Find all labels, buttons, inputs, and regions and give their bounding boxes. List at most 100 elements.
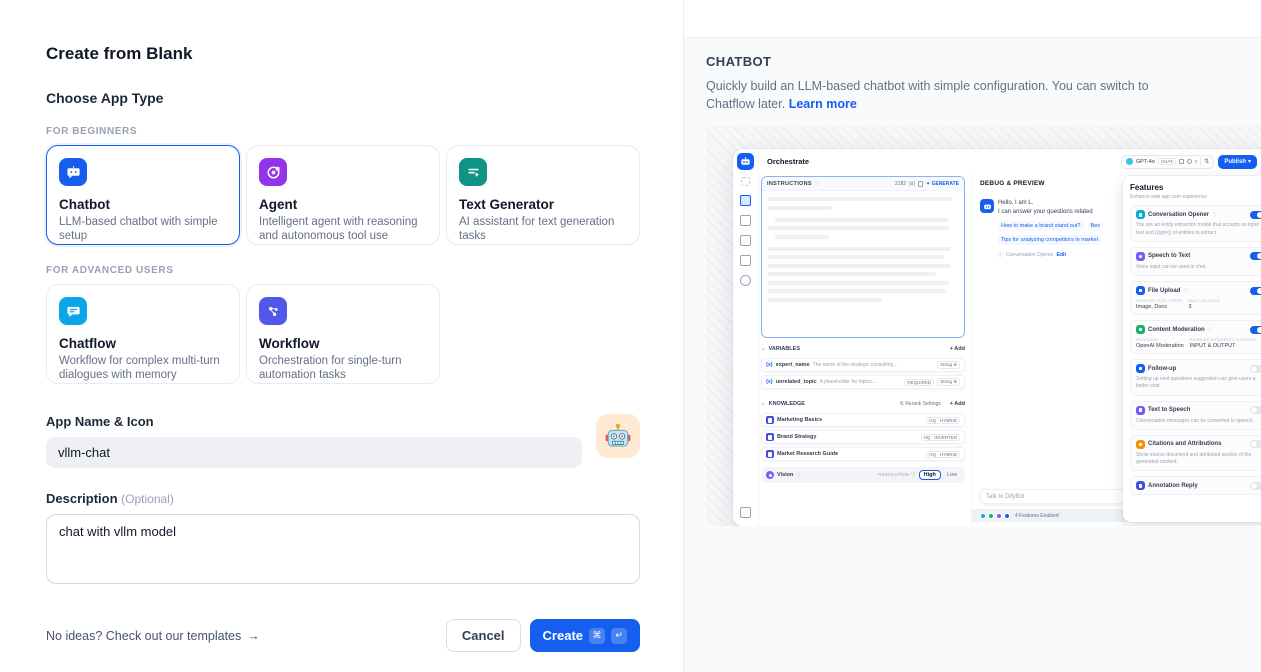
app-type-card-agent[interactable]: Agent Intelligent agent with reasoning a…: [246, 145, 440, 245]
features-enabled-count: 4 Features Enabled: [1015, 513, 1059, 519]
feature-dot-icon: [1004, 513, 1010, 519]
templates-link[interactable]: No ideas? Check out our templates →: [46, 629, 260, 643]
plus-circle-icon: ⊕: [953, 362, 957, 367]
mini-sidebar-settings-icon: [740, 507, 751, 518]
info-icon: ⓘ: [911, 472, 916, 477]
preview-pane: CHATBOT Quickly build an LLM-based chatb…: [683, 0, 1261, 672]
info-icon: ⓘ: [815, 181, 820, 187]
mini-variables-title: VARIABLES: [769, 346, 800, 352]
content-moderation-icon: [1136, 325, 1145, 334]
feature-toggle: [1250, 252, 1261, 260]
feature-col-label: PROVIDER: [1136, 337, 1184, 342]
create-button[interactable]: Create ⌘ ↵: [530, 619, 640, 652]
mini-generate-label: GENERATE: [932, 181, 959, 187]
mini-knowledge-title: KNOWLEDGE: [769, 401, 805, 407]
mini-features-panel: Features Enhance web app user experience…: [1123, 176, 1261, 522]
mini-variable-row: {x} unrelated_topic A placeholder for to…: [761, 375, 965, 389]
mini-chevron-down-icon: ▾: [1195, 159, 1198, 165]
robot-emoji-icon: [603, 421, 633, 451]
feature-toggle: [1250, 211, 1261, 219]
skeleton-line: [767, 281, 949, 285]
preview-pane-header-strip: [684, 0, 1261, 38]
app-type-card-text-generator[interactable]: Text Generator AI assistant for text gen…: [446, 145, 640, 245]
app-name-input[interactable]: [46, 437, 582, 468]
opener-icon: ⓘ: [998, 251, 1003, 258]
app-name-label: App Name & Icon: [46, 414, 582, 429]
feature-name: Content Moderation: [1148, 327, 1205, 333]
variable-name: unrelated_topic: [776, 379, 817, 385]
create-app-dialog: Create from Blank Choose App Type FOR BE…: [0, 0, 683, 672]
skeleton-line: [767, 272, 936, 276]
info-icon: ⓘ: [1208, 327, 1213, 333]
rerank-label: Rerank Settings: [905, 401, 941, 407]
card-title: Agent: [259, 197, 427, 212]
copy-icon: [918, 181, 923, 187]
choose-app-type-heading: Choose App Type: [46, 90, 640, 106]
dataset-icon: [766, 433, 774, 441]
description-textarea[interactable]: chat with vllm model: [46, 514, 640, 584]
mini-sidebar-collapse-icon: [741, 177, 750, 186]
variable-type-badge: String ⊕: [937, 378, 960, 386]
text-generator-icon: [459, 158, 487, 186]
conversation-opener-icon: [1136, 210, 1145, 219]
suggested-question: How to make a brand stand out?: [998, 221, 1084, 231]
mini-knowledge-row: Market Research Guide HQ · HYBRID: [761, 447, 965, 461]
app-icon-picker[interactable]: [596, 414, 640, 458]
chatflow-icon: [59, 297, 87, 325]
variable-type: String: [940, 379, 952, 384]
feature-toggle: [1250, 287, 1261, 295]
feature-item: Speech to Text Voice input can be used i…: [1130, 247, 1261, 276]
feature-desc: Show source document and attributed sect…: [1136, 452, 1261, 467]
description-label: Description (Optional): [46, 491, 640, 506]
feature-dot-icon: [980, 513, 986, 519]
mini-model-provider-icon: [1126, 158, 1133, 165]
feature-name: Citations and Attributions: [1148, 441, 1221, 447]
enter-key-icon: ↵: [611, 628, 627, 644]
mini-suggestions-row1: How to make a brand stand out? Bes: [998, 221, 1103, 231]
mini-suggestions-row2: Tips for analyzing competitors in market: [998, 235, 1103, 245]
app-type-card-chatbot[interactable]: Chatbot LLM-based chatbot with simple se…: [46, 145, 240, 245]
variable-braces-icon: {x}: [766, 362, 773, 368]
feature-toggle: [1250, 406, 1261, 414]
feature-name: Text to Speech: [1148, 407, 1190, 413]
mini-chat-input: Talk to DifyBot: [980, 489, 1130, 504]
feature-col-value: INPUT & OUTPUT: [1190, 343, 1257, 349]
variable-type: String: [940, 362, 952, 367]
follow-up-icon: [1136, 364, 1145, 373]
arrow-right-icon: →: [247, 629, 260, 643]
mini-sidebar-logs-icon: [740, 235, 751, 246]
skeleton-line: [767, 206, 832, 210]
learn-more-link[interactable]: Learn more: [789, 97, 857, 111]
app-type-card-chatflow[interactable]: Chatflow Workflow for complex multi-turn…: [46, 284, 240, 384]
cancel-button[interactable]: Cancel: [446, 619, 521, 652]
feature-toggle: [1250, 365, 1261, 373]
app-type-card-workflow[interactable]: Workflow Orchestration for single-turn a…: [246, 284, 440, 384]
variable-braces-icon: {x}: [909, 181, 915, 187]
skeleton-line: [767, 298, 882, 302]
annotation-reply-icon: [1136, 481, 1145, 490]
sparkle-icon: ✦: [926, 181, 930, 187]
feature-toggle: [1250, 326, 1261, 334]
feature-item: Text to Speech Conversation messages can…: [1130, 401, 1261, 430]
group-label-beginners: FOR BEGINNERS: [46, 126, 640, 137]
mini-knowledge-row: Brand Strategy HQ · INVERTED: [761, 430, 965, 444]
vision-icon: [766, 471, 774, 479]
mini-sidebar-annotation-icon: [740, 255, 751, 266]
dataset-mode-badge: HQ · HYBRID: [926, 451, 960, 458]
skeleton-line: [767, 255, 944, 259]
mini-knowledge-header: ⌄ KNOWLEDGE ⇅ Rerank Settings + Add: [761, 397, 965, 410]
app-preview-area: Orchestrate GPT-4o CHAT ▾ ⇅: [706, 126, 1261, 526]
beginner-cards-row: Chatbot LLM-based chatbot with simple se…: [46, 145, 640, 245]
card-desc: Workflow for complex multi-turn dialogue…: [59, 354, 227, 383]
description-optional-text: (Optional): [121, 492, 174, 506]
mini-config-column: INSTRUCTIONS ⓘ 2182 {x} ✦ GENERATE: [759, 174, 971, 526]
card-desc: Orchestration for single-turn automation…: [259, 354, 427, 383]
mini-header: Orchestrate GPT-4o CHAT ▾ ⇅: [759, 149, 1261, 174]
mini-sidebar-monitoring-icon: [740, 275, 751, 286]
feature-item: Follow-up Setting up next questions sugg…: [1130, 359, 1261, 396]
features-panel-title: Features: [1130, 183, 1207, 192]
mini-variables-add-button: + Add: [950, 346, 965, 352]
mini-orchestrate-title: Orchestrate: [767, 157, 809, 166]
info-icon: ⓘ: [1212, 212, 1217, 218]
mini-opener-row: ⓘ Conversation Opener Edit: [998, 251, 1103, 258]
